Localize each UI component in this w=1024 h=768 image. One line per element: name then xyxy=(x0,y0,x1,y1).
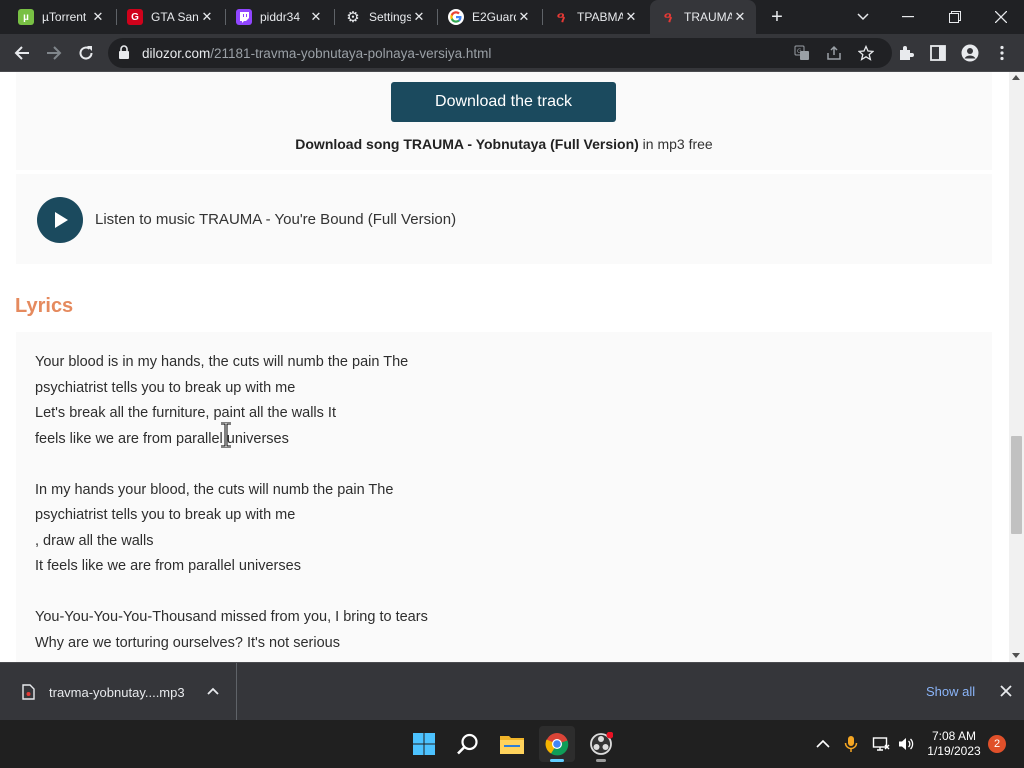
menu-kebab-icon[interactable] xyxy=(993,44,1011,62)
tab-search-button[interactable] xyxy=(840,0,886,34)
tab-utorrent[interactable]: µ µTorrent ✕ xyxy=(8,0,114,34)
close-icon[interactable]: ✕ xyxy=(623,9,639,25)
gear-icon: ⚙ xyxy=(346,9,360,26)
download-caption-suffix: in mp3 free xyxy=(638,136,713,152)
scroll-up-icon[interactable] xyxy=(1012,75,1020,80)
notification-badge[interactable]: 2 xyxy=(988,735,1006,753)
lyric-line: It feels like we are from parallel unive… xyxy=(35,558,301,574)
clock-time: 7:08 AM xyxy=(931,729,977,743)
minimize-button[interactable] xyxy=(885,0,931,34)
lyric-line: Let's break all the furniture, paint all… xyxy=(35,405,336,421)
download-shelf: travma-yobnutay....mp3 Show all xyxy=(0,662,1024,721)
folder-icon xyxy=(500,736,524,754)
audio-player: Listen to music TRAUMA - You're Bound (F… xyxy=(16,174,992,264)
windows-logo-icon xyxy=(413,733,435,755)
lyric-line: , draw all the walls xyxy=(35,533,154,549)
address-bar[interactable]: dilozor.com/21181-travma-yobnutaya-polna… xyxy=(108,38,892,68)
lyrics-box: Your blood is in my hands, the cuts will… xyxy=(16,332,992,662)
lyric-line: Your blood is in my hands, the cuts will… xyxy=(35,354,409,370)
tab-e2guard[interactable]: E2Guard ✕ xyxy=(438,0,540,34)
browser-toolbar: dilozor.com/21181-travma-yobnutaya-polna… xyxy=(0,34,1024,72)
volume-icon[interactable] xyxy=(897,735,915,753)
active-indicator xyxy=(550,759,564,762)
tab-twitch[interactable]: piddr34 ✕ xyxy=(226,0,332,34)
tab-gta[interactable]: G GTA San ✕ xyxy=(117,0,223,34)
start-button[interactable] xyxy=(406,726,442,762)
url-text: dilozor.com/21181-travma-yobnutaya-polna… xyxy=(142,46,492,61)
running-indicator xyxy=(596,759,606,762)
windows-taskbar: 7:08 AM 1/19/2023 2 xyxy=(0,720,1024,768)
site-favicon-icon: ዓ xyxy=(556,8,566,25)
lyric-line: feels like we are from parallel universe… xyxy=(35,431,289,447)
restore-button[interactable] xyxy=(932,0,978,34)
close-icon[interactable]: ✕ xyxy=(308,9,324,25)
obs-button[interactable] xyxy=(583,726,619,762)
download-track-button[interactable]: Download the track xyxy=(391,82,616,122)
file-explorer-button[interactable] xyxy=(494,726,530,762)
microphone-icon[interactable] xyxy=(842,735,860,753)
close-icon[interactable]: ✕ xyxy=(90,9,106,25)
lyric-line: You-You-You-You-Thousand missed from you… xyxy=(35,609,428,625)
bookmark-star-icon[interactable] xyxy=(857,44,875,61)
search-button[interactable] xyxy=(450,726,486,762)
search-icon xyxy=(457,733,478,755)
lyrics-heading: Lyrics xyxy=(15,295,74,317)
download-item[interactable]: travma-yobnutay....mp3 xyxy=(0,663,237,721)
tab-settings[interactable]: ⚙ Settings ✕ xyxy=(335,0,435,34)
download-caption-title: Download song TRAUMA - Yobnutaya (Full V… xyxy=(295,136,639,152)
profile-avatar-icon[interactable] xyxy=(961,44,979,62)
tab-tpabma[interactable]: ዓ TPABMA ✕ xyxy=(543,0,647,34)
page-scrollbar[interactable] xyxy=(1009,72,1024,662)
download-caption: Download song TRAUMA - Yobnutaya (Full V… xyxy=(0,136,1008,152)
page-viewport: Download the track Download song TRAUMA … xyxy=(0,72,1024,662)
obs-icon xyxy=(590,732,613,755)
reload-button[interactable] xyxy=(74,41,98,65)
google-icon xyxy=(448,9,464,25)
chevron-up-icon[interactable] xyxy=(814,735,832,753)
close-icon[interactable]: ✕ xyxy=(516,9,532,25)
twitch-icon xyxy=(236,9,252,25)
lock-icon[interactable] xyxy=(118,45,130,65)
system-clock[interactable]: 7:08 AM 1/19/2023 xyxy=(918,729,990,759)
clock-date: 1/19/2023 xyxy=(927,744,981,758)
chrome-icon xyxy=(545,733,569,756)
extensions-icon[interactable] xyxy=(897,44,915,62)
new-tab-button[interactable]: + xyxy=(766,6,788,28)
close-icon[interactable]: ✕ xyxy=(411,9,427,25)
lyric-line: psychiatrist tells you to break up with … xyxy=(35,507,296,523)
tab-strip: µ µTorrent ✕ G GTA San ✕ piddr34 ✕ ⚙ Set… xyxy=(0,0,1024,34)
lyric-line: Why are we torturing ourselves? It's not… xyxy=(35,635,340,651)
svg-text:G: G xyxy=(797,48,802,55)
network-icon[interactable] xyxy=(872,735,890,753)
player-label: Listen to music TRAUMA - You're Bound (F… xyxy=(95,211,457,228)
download-filename: travma-yobnutay....mp3 xyxy=(49,685,185,700)
tab-trauma-active[interactable]: ዓ TRAUMA ✕ xyxy=(650,0,756,34)
side-panel-icon[interactable] xyxy=(929,44,947,62)
forward-button[interactable] xyxy=(42,41,66,65)
site-favicon-icon: ዓ xyxy=(663,8,673,25)
close-icon[interactable] xyxy=(998,683,1014,699)
close-window-button[interactable] xyxy=(978,0,1024,34)
chevron-up-icon[interactable] xyxy=(205,684,221,700)
scroll-down-icon[interactable] xyxy=(1012,653,1020,658)
close-icon[interactable]: ✕ xyxy=(732,9,748,25)
translate-icon[interactable]: G xyxy=(794,45,810,61)
gta-icon: G xyxy=(127,9,143,25)
text-cursor-icon xyxy=(221,422,231,448)
share-icon[interactable] xyxy=(826,45,842,61)
back-button[interactable] xyxy=(10,41,34,65)
lyric-line: In my hands your blood, the cuts will nu… xyxy=(35,482,394,498)
lyric-line: psychiatrist tells you to break up with … xyxy=(35,380,296,396)
close-icon[interactable]: ✕ xyxy=(199,9,215,25)
file-icon xyxy=(22,684,35,700)
show-all-link[interactable]: Show all xyxy=(926,684,975,699)
play-icon[interactable] xyxy=(37,197,83,243)
utorrent-icon: µ xyxy=(18,9,34,25)
chrome-button[interactable] xyxy=(539,726,575,762)
scrollbar-thumb[interactable] xyxy=(1011,436,1022,534)
